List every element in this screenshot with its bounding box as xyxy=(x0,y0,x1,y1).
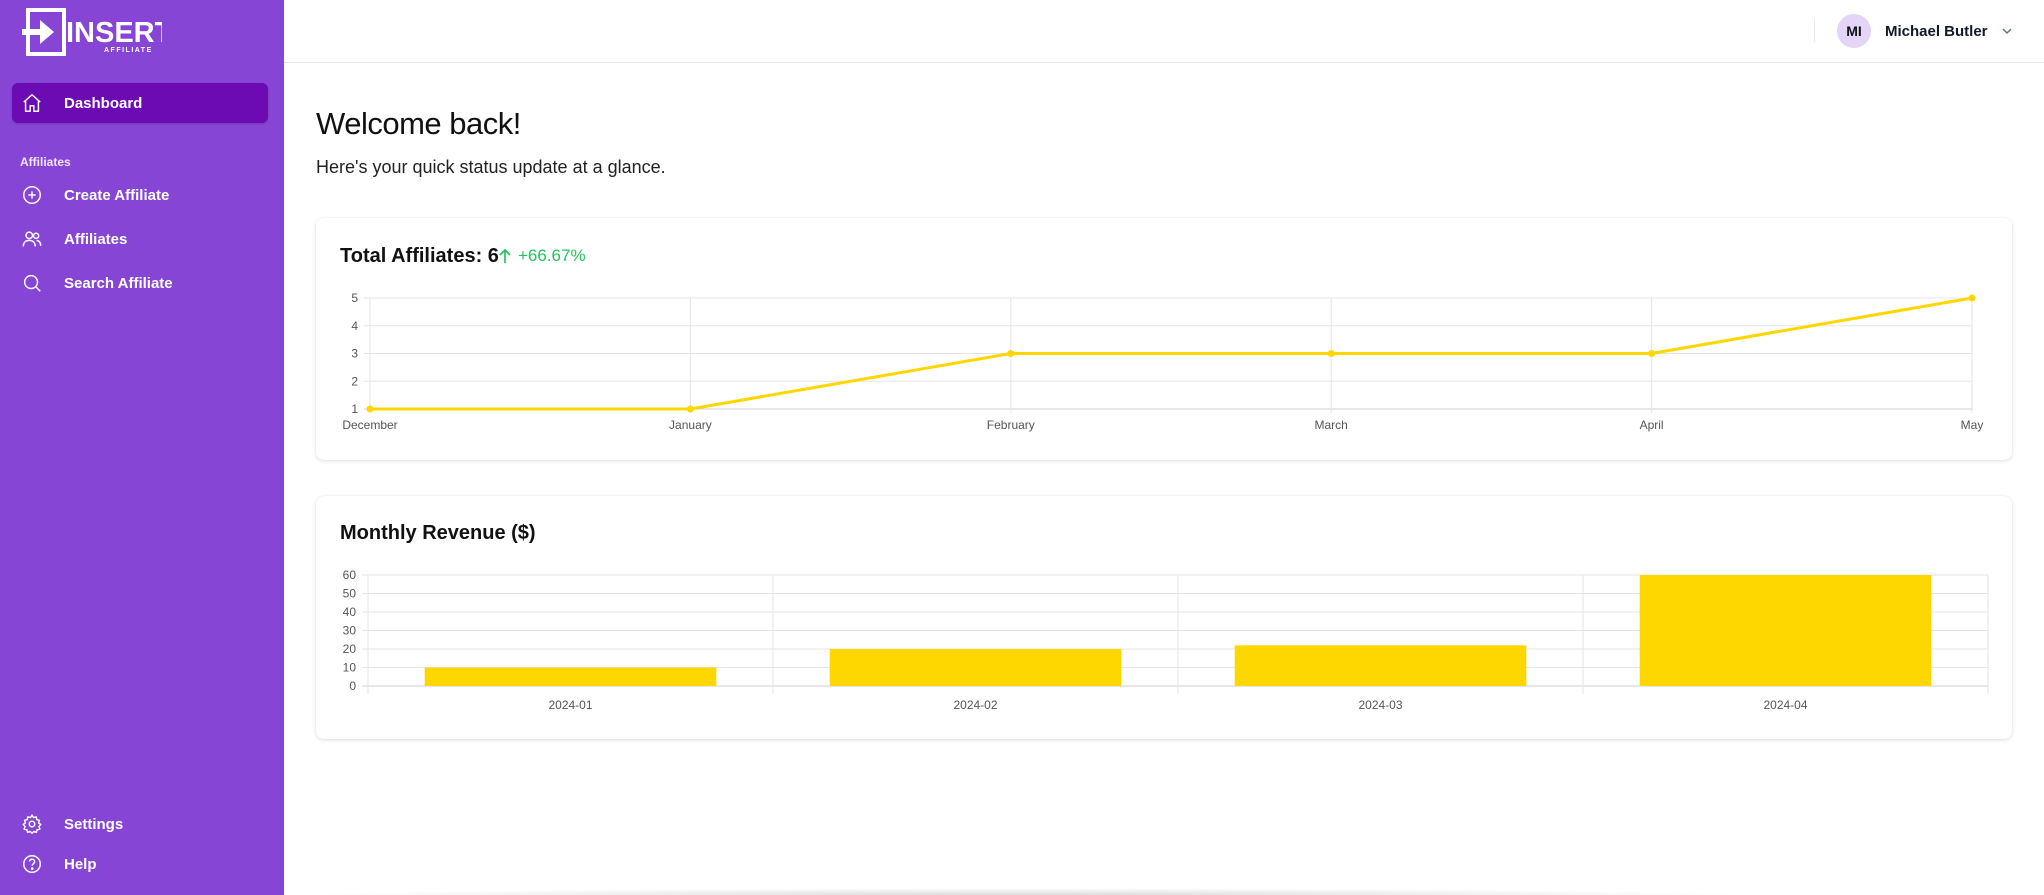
x-tick-label: 2024-02 xyxy=(953,698,997,712)
x-tick-label: December xyxy=(342,418,397,432)
sidebar-item-label: Dashboard xyxy=(64,94,143,112)
x-tick-label: April xyxy=(1640,418,1664,432)
data-point xyxy=(1327,350,1335,357)
page-subtitle: Here's your quick status update at a gla… xyxy=(316,157,666,177)
y-tick-label: 3 xyxy=(351,347,358,361)
user-menu[interactable]: MI Michael Butler xyxy=(1837,14,2014,48)
y-tick-label: 4 xyxy=(351,319,358,333)
revenue-bar-chart: 0 10 20 30 40 50 60 2024-01 2024-02 2024-03 2024-0… xyxy=(343,568,1989,712)
search-icon xyxy=(20,271,44,295)
x-tick-label: March xyxy=(1315,418,1348,432)
sidebar-item-label: Settings xyxy=(64,815,124,833)
users-icon xyxy=(20,227,44,251)
bar xyxy=(1234,645,1527,686)
sidebar-item-dashboard[interactable]: Dashboard xyxy=(12,83,268,123)
y-tick-label: 40 xyxy=(343,605,357,619)
y-tick-label: 1 xyxy=(351,402,358,416)
bar xyxy=(424,667,717,686)
x-tick-label: May xyxy=(1961,418,1984,432)
sidebar-item-create-affiliate[interactable]: Create Affiliate xyxy=(12,175,268,215)
x-tick-label: 2024-03 xyxy=(1358,698,1402,712)
sidebar-item-search-affiliate[interactable]: Search Affiliate xyxy=(12,263,268,303)
plus-circle-icon xyxy=(20,183,44,207)
sidebar-item-affiliates[interactable]: Affiliates xyxy=(12,219,268,259)
insert-affiliate-logo[interactable]: INSERT AFFILIATE xyxy=(22,6,173,58)
gear-icon xyxy=(20,812,44,836)
x-tick-label: 2024-01 xyxy=(548,698,592,712)
top-bar: MI Michael Butler xyxy=(284,0,2044,63)
svg-text:AFFILIATE: AFFILIATE xyxy=(104,47,153,54)
sidebar: INSERT AFFILIATE Dashboard Affiliates Cr… xyxy=(0,0,284,895)
sidebar-item-label: Affiliates xyxy=(64,230,128,248)
affiliates-line-chart: 1 2 3 4 5 December January February March April Ma… xyxy=(342,291,1984,432)
svg-text:INSERT: INSERT xyxy=(66,17,162,49)
y-tick-label: 20 xyxy=(343,642,357,656)
logo-icon: INSERT AFFILIATE xyxy=(22,8,173,56)
user-name: Michael Butler xyxy=(1885,22,1988,40)
x-tick-label: 2024-04 xyxy=(1763,698,1807,712)
y-tick-label: 10 xyxy=(343,661,357,675)
sidebar-item-label: Search Affiliate xyxy=(64,274,173,292)
x-tick-label: February xyxy=(987,418,1035,432)
topbar-divider xyxy=(1814,18,1815,42)
y-tick-label: 0 xyxy=(349,679,356,693)
bar xyxy=(829,649,1122,686)
sidebar-item-label: Help xyxy=(64,855,97,873)
help-circle-icon xyxy=(20,852,44,876)
bar xyxy=(1639,575,1932,686)
x-tick-label: January xyxy=(669,418,712,432)
avatar: MI xyxy=(1837,14,1871,48)
page-title: Welcome back! xyxy=(316,106,521,141)
y-tick-label: 5 xyxy=(351,291,358,305)
sidebar-item-settings[interactable]: Settings xyxy=(12,804,268,844)
y-tick-label: 30 xyxy=(343,624,357,638)
data-point xyxy=(686,405,694,413)
chevron-down-icon xyxy=(2000,24,2014,38)
total-affiliates-card: Total Affiliates: 6 +66.67% 1 2 3 4 5 Decembe… xyxy=(316,218,2012,460)
y-tick-label: 60 xyxy=(343,568,357,582)
monthly-revenue-card: Monthly Revenue ($) 0 10 20 30 40 50 60 2024-01… xyxy=(316,496,2012,739)
sidebar-item-help[interactable]: Help xyxy=(12,844,268,884)
home-icon xyxy=(20,91,44,115)
data-point xyxy=(1007,350,1015,357)
data-point xyxy=(366,405,374,413)
data-point xyxy=(1648,350,1656,357)
sidebar-item-label: Create Affiliate xyxy=(64,186,170,204)
data-point xyxy=(1968,294,1976,302)
y-tick-label: 50 xyxy=(343,587,357,601)
y-tick-label: 2 xyxy=(351,374,358,388)
sidebar-section-affiliates: Affiliates xyxy=(20,155,71,169)
bottom-card-edge xyxy=(300,888,1750,895)
